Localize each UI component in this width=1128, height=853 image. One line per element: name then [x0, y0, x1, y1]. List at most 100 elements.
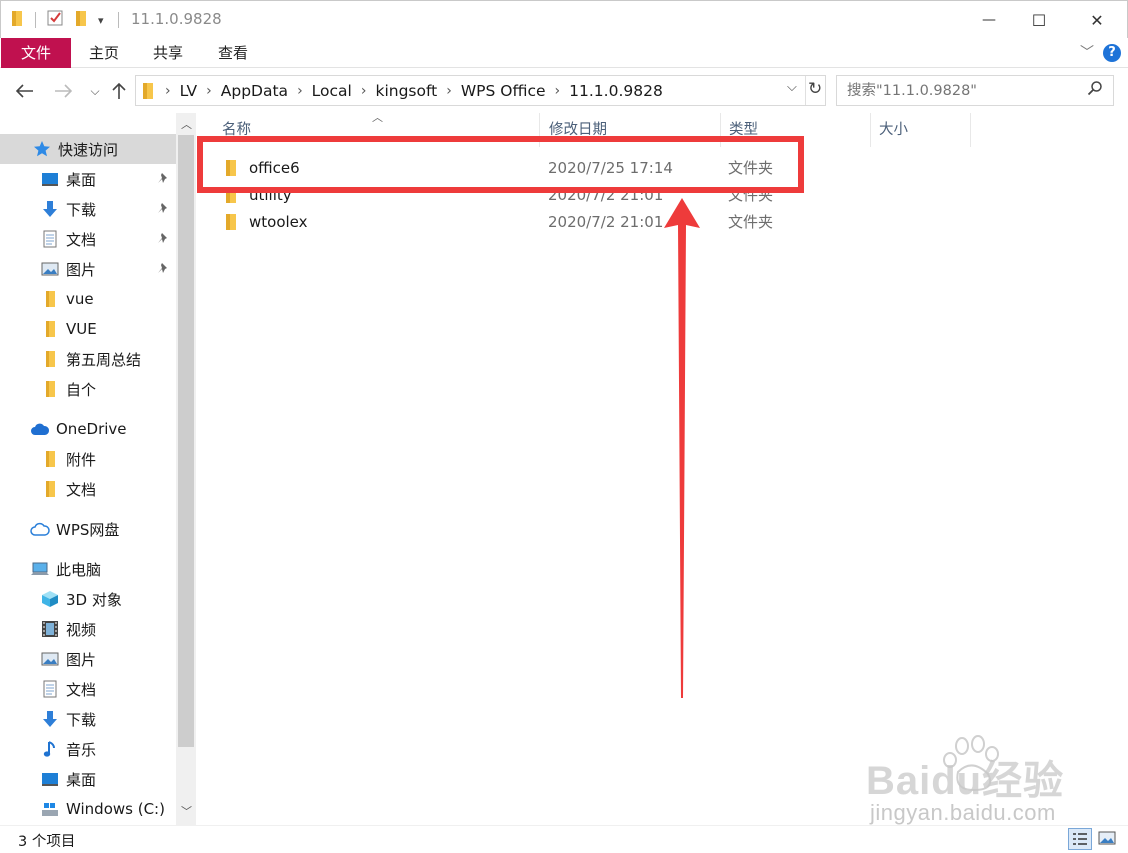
forward-button[interactable] [51, 79, 75, 103]
help-icon[interactable]: ? [1103, 44, 1121, 62]
tab-home[interactable]: 主页 [78, 38, 130, 68]
nav-pc-desktop[interactable]: 桌面 [0, 764, 176, 794]
divider [805, 76, 806, 105]
address-bar[interactable]: › LV › AppData › Local › kingsoft › WPS … [135, 75, 826, 106]
pin-icon[interactable] [157, 200, 169, 218]
nav-desktop[interactable]: 桌面 [0, 164, 176, 194]
tab-file[interactable]: 文件 [1, 38, 71, 68]
computer-icon [30, 559, 50, 579]
search-icon[interactable] [1087, 80, 1103, 100]
expand-ribbon-icon[interactable]: ﹀ [1080, 42, 1094, 62]
large-icons-view-button[interactable] [1098, 830, 1116, 850]
nav-wps-drive[interactable]: WPS网盘 [0, 514, 176, 544]
desktop-icon [40, 169, 60, 189]
nav-drive-c[interactable]: Windows (C:) [0, 794, 176, 824]
title-bar: ▾ 11.1.0.9828 — ☐ ✕ [0, 0, 1128, 38]
folder-icon [224, 213, 248, 231]
scroll-thumb[interactable] [178, 135, 194, 747]
breadcrumb-kingsoft[interactable]: kingsoft [375, 82, 437, 100]
pin-icon[interactable] [157, 230, 169, 248]
back-button[interactable] [13, 79, 37, 103]
pin-icon[interactable] [157, 260, 169, 278]
tab-share[interactable]: 共享 [142, 38, 194, 68]
recent-locations-button[interactable]: ⌵ [83, 79, 107, 103]
nav-item-label: 此电脑 [56, 560, 102, 579]
large-icons-view-icon [1098, 831, 1116, 845]
breadcrumb-appdata[interactable]: AppData [221, 82, 288, 100]
customize-dropdown-icon[interactable]: ▾ [98, 14, 104, 27]
cube-icon [40, 589, 60, 609]
folder-icon [11, 9, 27, 31]
nav-this-pc[interactable]: 此电脑 [0, 554, 176, 584]
nav-onedrive[interactable]: OneDrive [0, 414, 176, 444]
new-folder-icon[interactable] [74, 9, 90, 31]
nav-item-label: OneDrive [56, 420, 127, 438]
chevron-down-icon[interactable]: ﹀ [181, 803, 192, 819]
breadcrumb-lv[interactable]: LV [180, 82, 198, 100]
nav-quick-access[interactable]: 快速访问 [0, 134, 176, 164]
nav-item-label: vue [66, 290, 94, 308]
nav-item-label: 音乐 [66, 740, 97, 759]
nav-folder-vue-upper[interactable]: VUE [0, 314, 176, 344]
nav-3d-objects[interactable]: 3D 对象 [0, 584, 176, 614]
nav-videos[interactable]: 视频 [0, 614, 176, 644]
watermark-url: jingyan.baidu.com [870, 800, 1056, 825]
arrow-left-icon [16, 84, 33, 98]
folder-icon [40, 349, 60, 369]
nav-documents[interactable]: 文档 [0, 224, 176, 254]
nav-item-label: Windows (C:) [66, 800, 165, 818]
up-button[interactable] [107, 79, 131, 103]
nav-item-label: 文档 [66, 680, 97, 699]
folder-icon [40, 379, 60, 399]
nav-item-label: 快速访问 [58, 140, 119, 159]
picture-icon [40, 649, 60, 669]
folder-icon [40, 319, 60, 339]
nav-folder-week5[interactable]: 第五周总结 [0, 344, 176, 374]
search-input[interactable] [837, 76, 1077, 105]
column-header-size[interactable]: 大小 [871, 113, 971, 147]
search-box [836, 75, 1114, 106]
ribbon: 文件 主页 共享 查看 ﹀ ? [0, 38, 1128, 68]
nav-item-label: 下载 [66, 200, 97, 219]
address-dropdown-icon[interactable]: ⌵ [787, 80, 797, 95]
nav-item-label: WPS网盘 [56, 520, 120, 539]
breadcrumb-version[interactable]: 11.1.0.9828 [569, 82, 663, 100]
pin-icon[interactable] [157, 170, 169, 188]
chevron-right-icon: › [206, 82, 212, 99]
nav-folder-vue[interactable]: vue [0, 284, 176, 314]
nav-downloads[interactable]: 下载 [0, 194, 176, 224]
nav-folder-attachments[interactable]: 附件 [0, 444, 176, 474]
minimize-button[interactable]: — [963, 1, 1015, 39]
annotation-highlight-box [197, 136, 804, 193]
folder-icon [40, 289, 60, 309]
properties-icon[interactable] [46, 9, 64, 31]
breadcrumb-wps-office[interactable]: WPS Office [461, 82, 546, 100]
breadcrumb-local[interactable]: Local [312, 82, 352, 100]
navigation-pane: 快速访问 桌面 下载 文档 图片 vue VUE 第五周总结 自个 OneDri… [0, 113, 196, 825]
close-icon: ✕ [1090, 10, 1104, 30]
nav-folder-onedrive-documents[interactable]: 文档 [0, 474, 176, 504]
nav-item-label: 视频 [66, 620, 97, 639]
nav-pc-downloads[interactable]: 下载 [0, 704, 176, 734]
nav-item-label: 自个 [66, 380, 97, 399]
nav-item-label: 下载 [66, 710, 97, 729]
maximize-button[interactable]: ☐ [1013, 1, 1065, 39]
film-icon [40, 619, 60, 639]
chevron-up-icon[interactable]: ︿ [181, 116, 192, 132]
nav-scrollbar[interactable]: ︿ ﹀ [176, 113, 196, 825]
table-row[interactable]: wtoolex 2020/7/2 21:01 文件夹 [218, 208, 798, 235]
close-button[interactable]: ✕ [1071, 1, 1123, 39]
nav-music[interactable]: 音乐 [0, 734, 176, 764]
tab-view[interactable]: 查看 [207, 38, 259, 68]
nav-pc-pictures[interactable]: 图片 [0, 644, 176, 674]
divider [117, 12, 119, 28]
music-note-icon [40, 739, 60, 759]
nav-folder-personal[interactable]: 自个 [0, 374, 176, 404]
refresh-icon[interactable]: ↻ [808, 79, 822, 99]
nav-pc-documents[interactable]: 文档 [0, 674, 176, 704]
chevron-right-icon: › [446, 82, 452, 99]
nav-pictures[interactable]: 图片 [0, 254, 176, 284]
cloud-icon [30, 419, 50, 439]
arrow-up-icon [112, 82, 126, 99]
quick-access-toolbar: ▾ [11, 8, 119, 32]
